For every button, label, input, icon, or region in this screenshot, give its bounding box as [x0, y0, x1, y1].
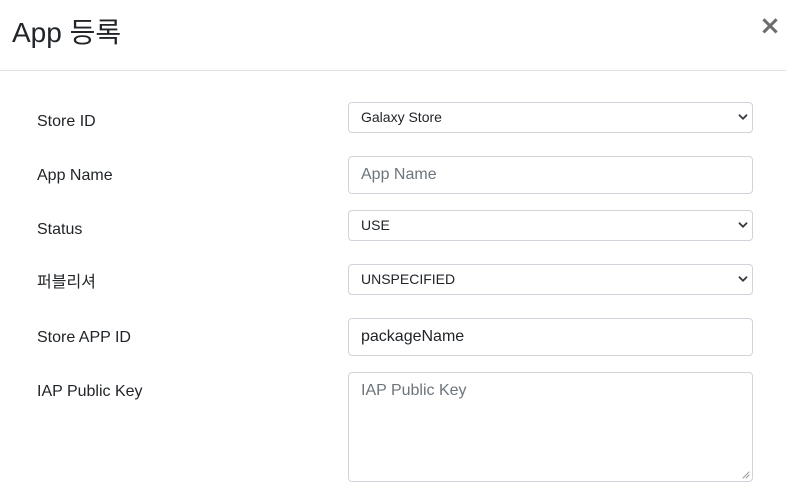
app-register-modal: App 등록 × Store ID Galaxy Store App Name … [0, 0, 786, 502]
close-button[interactable]: × [758, 12, 782, 40]
app-name-row: App Name App Name [37, 156, 753, 194]
publisher-select[interactable]: UNSPECIFIED [348, 264, 753, 295]
status-select[interactable]: USE [348, 210, 753, 241]
publisher-label: 퍼블리셔 [37, 274, 96, 291]
store-app-id-value: packageName [361, 328, 465, 345]
iap-public-key-row: IAP Public Key IAP Public Key [37, 372, 753, 482]
iap-public-key-textarea[interactable]: IAP Public Key [348, 372, 753, 482]
resize-grip-icon[interactable] [741, 470, 750, 479]
store-app-id-input[interactable]: packageName [348, 318, 753, 356]
status-label: Status [37, 221, 83, 238]
app-name-placeholder: App Name [361, 166, 437, 183]
modal-title: App 등록 [12, 17, 122, 48]
chevron-down-icon [738, 222, 748, 228]
app-name-label: App Name [37, 167, 113, 184]
publisher-value: UNSPECIFIED [361, 271, 456, 287]
iap-public-key-placeholder: IAP Public Key [361, 382, 467, 399]
store-id-label: Store ID [37, 113, 96, 130]
publisher-row: 퍼블리셔 UNSPECIFIED [37, 264, 753, 295]
store-id-value: Galaxy Store [361, 109, 442, 125]
status-value: USE [361, 217, 390, 233]
chevron-down-icon [738, 114, 748, 120]
store-id-row: Store ID Galaxy Store [37, 102, 753, 133]
status-row: Status USE [37, 210, 753, 241]
store-app-id-label: Store APP ID [37, 329, 131, 346]
app-name-input[interactable]: App Name [348, 156, 753, 194]
store-id-select[interactable]: Galaxy Store [348, 102, 753, 133]
chevron-down-icon [738, 276, 748, 282]
iap-public-key-label: IAP Public Key [37, 383, 143, 400]
store-app-id-row: Store APP ID packageName [37, 318, 753, 356]
close-icon: × [759, 11, 781, 41]
modal-header: App 등록 × [0, 0, 786, 71]
